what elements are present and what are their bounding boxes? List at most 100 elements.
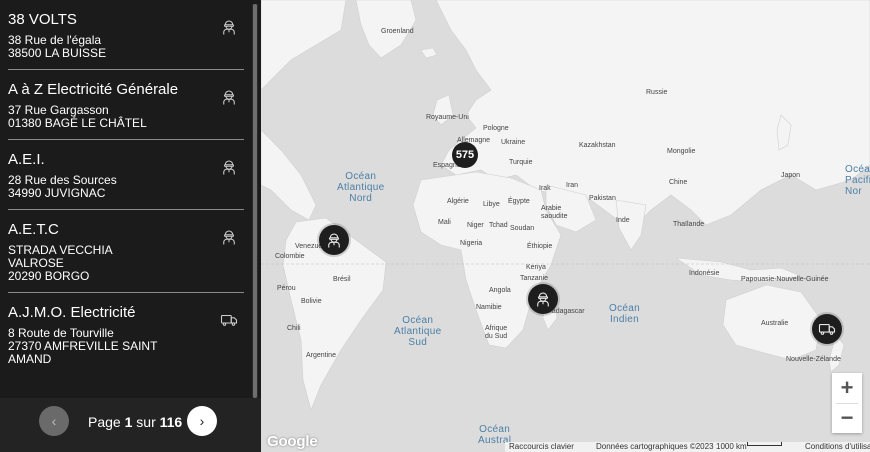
list-scrollbar[interactable] [252,4,258,398]
map-label: Russie [646,89,668,96]
ocean-label-line: Océan [402,315,434,326]
map-label-line: Afrique [485,325,508,332]
ocean-label-line: Atlantique [394,326,442,337]
result-item[interactable]: A à Z Electricité Générale 37 Rue Gargas… [8,70,244,140]
map-label: Kazakhstan [579,142,616,149]
electrician-icon [220,228,238,246]
cluster-marker[interactable]: 575 [452,142,478,168]
results-list[interactable]: 38 VOLTS 38 Rue de l'égala 38500 LA BUIS… [0,0,252,398]
map-label: Nigeria [460,240,483,247]
map-label: Iran [566,182,579,189]
keyboard-shortcuts-link[interactable]: Raccourcis clavier [509,442,574,452]
map-label: Chili [287,325,301,332]
map-label: Mongolie [667,148,696,155]
map-data-text[interactable]: Données cartographiques ©2023 [596,442,714,452]
result-item[interactable]: A.E.T.C STRADA VECCHIA VALROSE 20290 BOR… [8,210,244,293]
map-view[interactable]: Groenland Russie Royaume-Uni Pologne All… [261,0,870,452]
page-indicator: Page 1 sur 116 [88,414,182,430]
ocean-label-line: Océa [845,164,870,175]
page-word: Page [88,414,121,430]
result-item[interactable]: A.E.I. 28 Rue des Sources 34990 JUVIGNAC [8,140,244,210]
map-label-line: Arabie [541,205,562,212]
terms-link[interactable]: Conditions d'utilisation [805,442,870,452]
google-logo[interactable]: Google [267,433,318,450]
ocean-label-line: Océan [479,424,511,435]
map-label: Libye [483,201,500,208]
map-label: Irak [539,185,551,192]
electrician-icon [220,88,238,106]
map-label: Mali [438,219,451,226]
map-label-line: saoudite [541,213,568,220]
zoom-control: + − [832,373,862,433]
map-attribution-bar: Raccourcis clavier Données cartographiqu… [505,442,870,452]
result-item[interactable]: 38 VOLTS 38 Rue de l'égala 38500 LA BUIS… [8,0,244,70]
truck-icon [220,311,238,329]
scrollbar-thumb[interactable] [253,4,257,398]
map-label: Kenya [526,264,546,271]
electrician-marker[interactable] [528,284,558,314]
map-label: Soudan [510,225,535,232]
zoom-in-button[interactable]: + [832,373,862,403]
map-label: Pérou [277,285,296,292]
ocean-label-north-atlantic: Océan Atlantique Nord [337,171,384,204]
electrician-icon [220,18,238,36]
result-address: 37 Rue Gargasson 01380 BAGÉ LE CHÂTEL [8,104,203,130]
electrician-marker[interactable] [319,225,349,255]
zoom-divider [836,403,858,404]
map-label: Inde [616,217,630,224]
result-address: 8 Route de Tourville 27370 AMFREVILLE SA… [8,327,203,366]
map-label: Colombie [275,253,305,260]
result-address: 28 Rue des Sources 34990 JUVIGNAC [8,174,203,200]
results-panel: 38 VOLTS 38 Rue de l'égala 38500 LA BUIS… [0,0,261,452]
map-label: Pakistan [589,195,616,202]
result-item[interactable]: A.J.M.O. Electricité 8 Route de Tourvill… [8,293,244,375]
result-name: A à Z Electricité Générale [8,81,179,98]
map-label: Tchad [489,222,508,229]
world-map-canvas [261,0,870,452]
map-label: Papouasie-Nouvelle-Guinée [741,276,829,283]
map-label-line: du Sud [485,333,508,340]
previous-page-button[interactable]: ‹ [39,406,69,436]
electrician-icon [537,292,549,307]
zoom-out-button[interactable]: − [832,403,862,433]
result-name: A.E.T.C [8,221,59,238]
scale-bar [747,442,782,446]
map-label: Thaïlande [673,221,705,228]
map-label: Égypte [508,198,530,205]
map-label: Japon [781,172,801,179]
result-name: 38 VOLTS [8,11,77,28]
map-label: Namibie [476,304,502,311]
ocean-label-line: Pacifi [845,175,870,186]
total-pages: 116 [159,414,183,430]
truck-icon [818,323,836,335]
scale-label[interactable]: 1000 km [716,442,747,452]
map-label: Arabie saoudite [541,205,567,221]
pagination: ‹ Page 1 sur 116 › [0,398,261,452]
map-label: Turquie [509,159,533,166]
map-label: Groenland [381,28,414,35]
ocean-label-pacific: Océa Pacifi Nor [845,164,870,197]
map-label: Bolivie [301,298,322,305]
ocean-label-line: Atlantique [337,182,385,193]
result-address: STRADA VECCHIA VALROSE 20290 BORGO [8,244,203,283]
result-name: A.E.I. [8,151,45,168]
ocean-label-line: Nor [845,186,863,197]
map-label: Brésil [333,276,351,283]
ocean-label-line: Sud [408,337,428,348]
result-name: A.J.M.O. Electricité [8,304,136,321]
map-label: Nouvelle-Zélande [786,356,841,363]
address-line: 38500 LA BUISSE [8,46,107,60]
map-label: Indonésie [689,270,720,277]
ocean-label-line: Océan [609,303,640,314]
map-label: Australie [761,320,789,327]
map-label: Niger [467,222,484,229]
address-line: 01380 BAGÉ LE CHÂTEL [8,116,147,130]
next-page-button[interactable]: › [187,406,217,436]
map-label: Royaume-Uni [426,114,469,121]
address-line: 34990 JUVIGNAC [8,186,106,200]
map-label: Algérie [447,198,469,205]
of-word: sur [136,414,156,430]
ocean-label-line: Indien [609,314,639,325]
truck-marker[interactable] [812,314,842,344]
address-line: AMAND [8,352,52,366]
